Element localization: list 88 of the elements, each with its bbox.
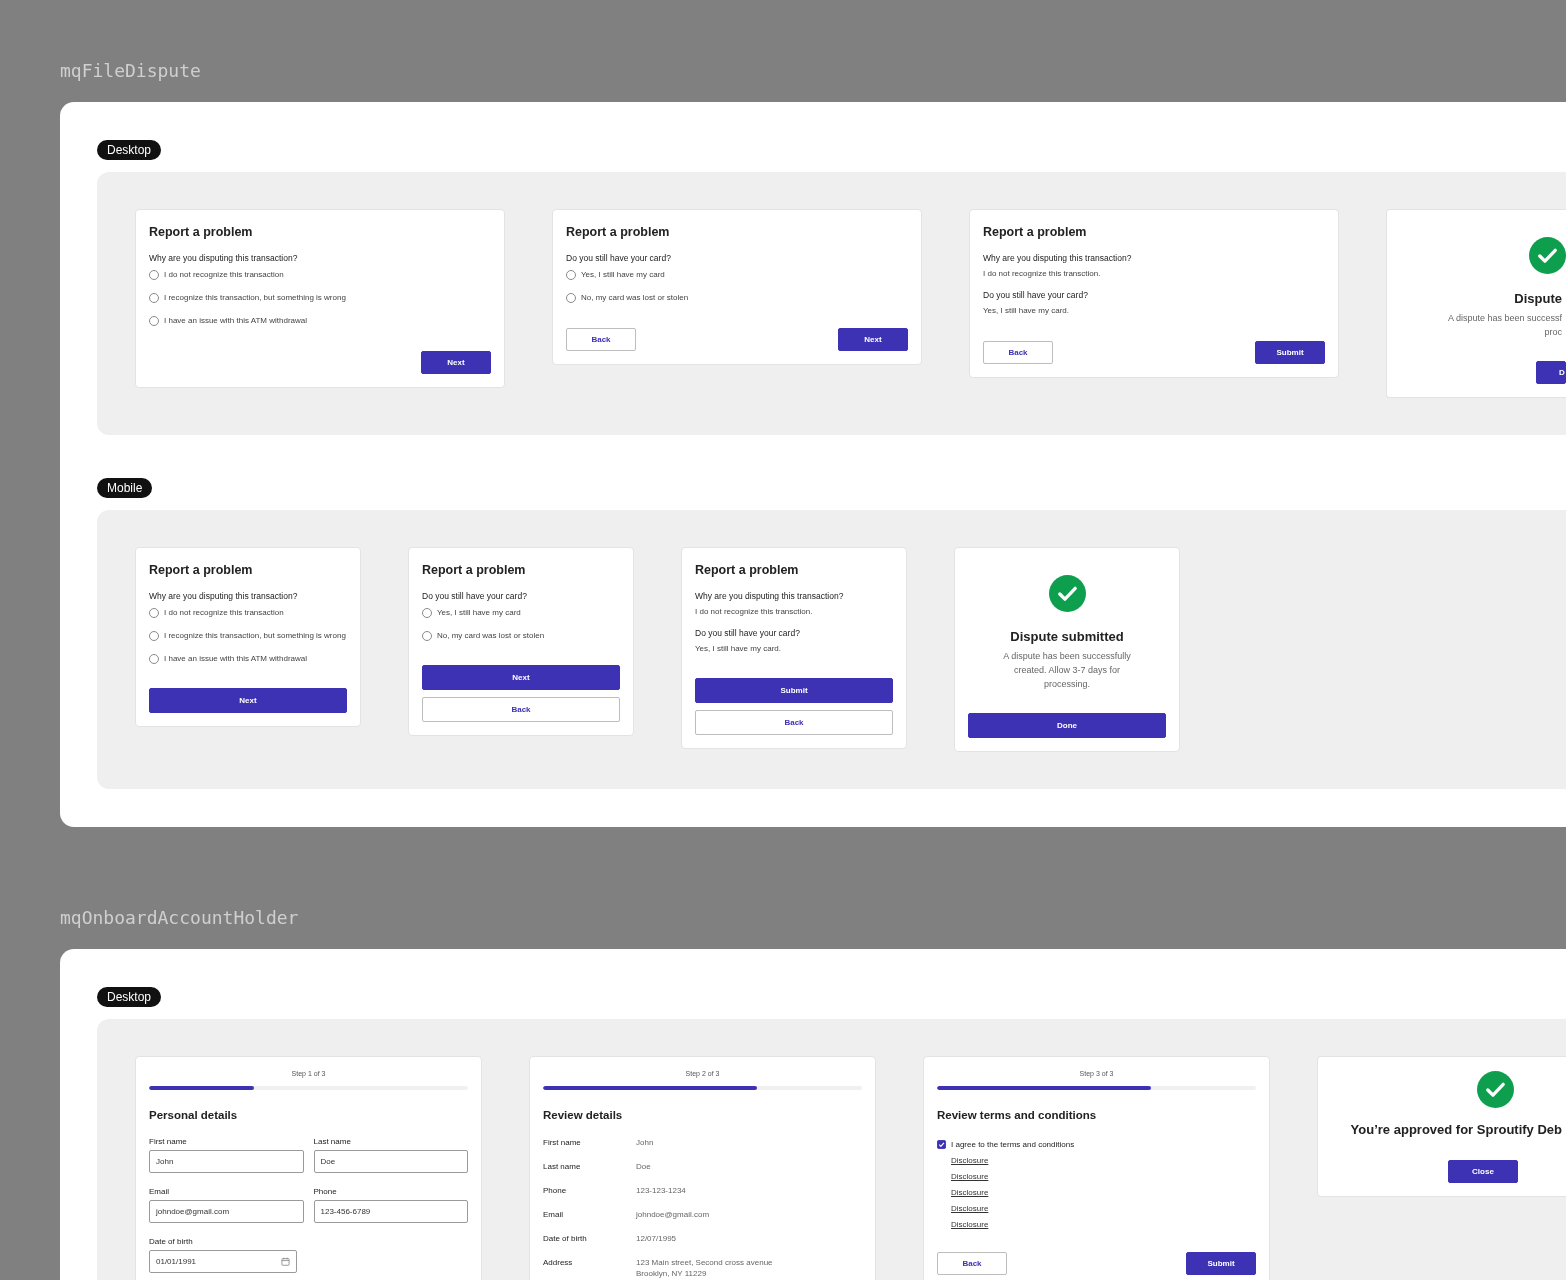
question-text: Do you still have your card? [983,289,1089,301]
disclosure-link[interactable]: Disclosure [951,1219,989,1230]
detail-label: Email [543,1209,564,1220]
field-label: First name [149,1137,188,1147]
disclosure-link[interactable]: Disclosure [951,1187,989,1198]
section-heading: Personal details [149,1108,239,1122]
question-text: Do you still have your card? [695,627,801,639]
answer-text: I do not recognize this transction. [983,268,1102,280]
platform-label: Desktop [97,987,162,1007]
action-button[interactable]: Next [838,328,908,351]
check-circle-icon [1048,575,1086,612]
disclosure-link[interactable]: Disclosure [951,1171,989,1182]
detail-label: Date of birth [543,1233,588,1244]
action-button[interactable]: Next [149,688,347,713]
card-title: Report a problem [983,224,1088,240]
option-label: I recognize this transaction, but something is wrong [164,292,346,304]
action-button[interactable]: Back [566,328,636,351]
success-title: Dispute [1514,291,1562,307]
answer-text: Yes, I still have my card. [695,643,782,655]
question-text: Do you still have your card? [566,252,672,264]
detail-label: Phone [543,1185,568,1196]
option-label: I do not recognize this transaction [164,607,284,619]
option-label: Yes, I still have my card [581,269,665,281]
question-text: Why are you disputing this transaction? [149,252,299,264]
success-title: You’re approved for Sproutify Deb [1350,1122,1562,1138]
action-button[interactable]: Back [983,341,1053,364]
detail-value: John [636,1137,654,1148]
detail-label: Address [543,1257,574,1269]
option-label: I have an issue with this ATM withdrawal [164,315,308,327]
field-label: Last name [313,1137,352,1147]
section-title: mqOnboardAccountHolder [60,908,299,928]
check-circle-icon [1477,1071,1514,1108]
action-button[interactable]: D [1536,361,1566,384]
option-label: No, my card was lost or stolen [581,292,689,304]
option-label: I recognize this transaction, but something is wrong [164,630,346,642]
checkbox[interactable] [937,1140,946,1149]
disclosure-link[interactable]: Disclosure [951,1155,989,1166]
question-text: Why are you disputing this transaction? [695,590,845,602]
option-label: No, my card was lost or stolen [437,630,545,642]
action-button[interactable]: Done [968,713,1166,738]
option-label: I do not recognize this transaction [164,269,284,281]
field-label: Date of birth [149,1237,194,1247]
section-heading: Review details [543,1108,624,1122]
action-button[interactable]: Submit [1255,341,1325,364]
action-button[interactable]: Next [421,351,491,374]
detail-value: 123 Main street, Second cross avenue Brooklyn, NY 11229 [636,1257,773,1279]
action-button[interactable]: Submit [695,678,893,703]
platform-label: Mobile [97,478,153,498]
success-message: A dispute has been successf proc [1447,312,1562,339]
option-label: I have an issue with this ATM withdrawal [164,653,308,665]
answer-text: I do not recognize this transction. [695,606,814,618]
detail-value: 123-123-1234 [636,1185,686,1196]
calendar-icon[interactable] [281,1257,290,1266]
disclosure-link[interactable]: Disclosure [951,1203,989,1214]
answer-text: Yes, I still have my card. [983,305,1070,317]
field-label: Email [149,1187,170,1197]
card-title: Report a problem [149,562,254,578]
card-title: Report a problem [149,224,254,240]
action-button[interactable]: Close [1448,1160,1518,1183]
card-title: Report a problem [422,562,527,578]
text-field[interactable]: John [149,1150,304,1173]
question-text: Why are you disputing this transaction? [983,252,1133,264]
option-label: Yes, I still have my card [437,607,521,619]
detail-label: Last name [543,1161,582,1172]
success-title: Dispute submitted [1010,629,1124,645]
question-text: Do you still have your card? [422,590,528,602]
detail-value: Doe [636,1161,651,1172]
question-text: Why are you disputing this transaction? [149,590,299,602]
text-field[interactable]: Doe [313,1150,468,1173]
action-button[interactable]: Back [695,710,893,735]
action-button[interactable]: Submit [1186,1252,1256,1275]
card-title: Report a problem [695,562,800,578]
detail-value: 12/07/1995 [636,1233,677,1244]
action-button[interactable]: Next [422,665,620,690]
checkbox-label: I agree to the terms and conditions [951,1139,1075,1150]
detail-value: johndoe@gmail.com [636,1209,710,1220]
text-field[interactable]: 123-456-6789 [313,1200,468,1223]
card-title: Report a problem [566,224,671,240]
section-title: mqFileDispute [60,61,201,81]
detail-label: First name [543,1137,582,1148]
field-label: Phone [313,1187,338,1197]
action-button[interactable]: Back [422,697,620,722]
section-heading: Review terms and conditions [937,1108,1098,1122]
success-message: A dispute has been successfully created. Allow 3-7 days for processing. [1003,650,1131,691]
platform-label: Desktop [97,140,162,160]
action-button[interactable]: Back [937,1252,1007,1275]
text-field[interactable]: johndoe@gmail.com [149,1200,304,1223]
date-field[interactable]: 01/01/1991 [149,1250,297,1273]
